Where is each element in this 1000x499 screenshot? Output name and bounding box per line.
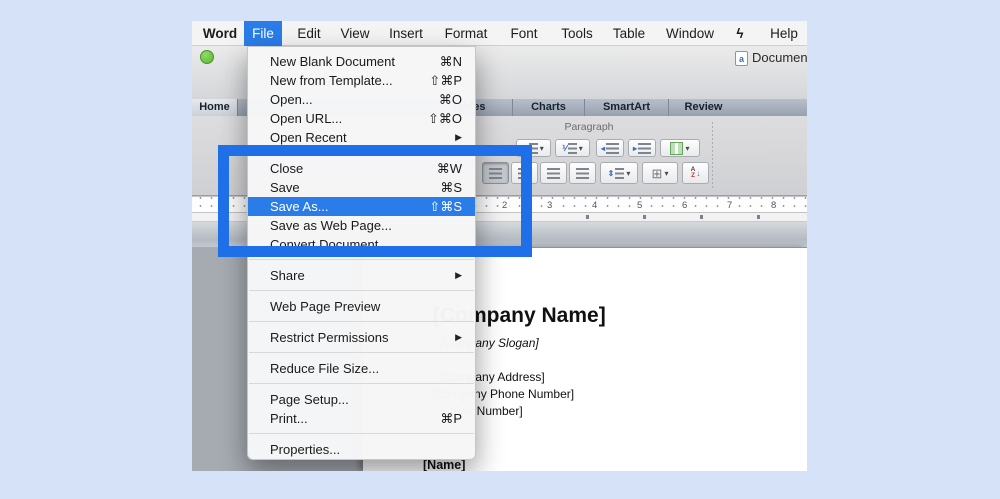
ruler-number: 3 (545, 200, 554, 211)
align-right-button[interactable] (540, 162, 567, 184)
borders-button[interactable]: ⊞▾ (642, 162, 678, 184)
ruler-number: 4 (590, 200, 599, 211)
menu-item-share[interactable]: Share▶ (248, 266, 475, 285)
menu-item-open-url[interactable]: Open URL...⇧⌘O (248, 109, 475, 128)
submenu-arrow-icon: ▶ (455, 270, 462, 281)
tabstop-marker (586, 215, 589, 219)
menu-item-page-setup[interactable]: Page Setup... (248, 390, 475, 409)
menubar-item-word[interactable]: Word (196, 21, 244, 46)
justify-icon (576, 168, 589, 179)
submenu-arrow-icon: ▶ (455, 332, 462, 343)
tab-smartart[interactable]: SmartArt (584, 99, 668, 116)
paragraph-group-label: Paragraph (544, 121, 634, 133)
menu-item-new-blank-document[interactable]: New Blank Document⌘N (248, 52, 475, 71)
group-divider (712, 122, 713, 188)
menu-separator (249, 433, 474, 434)
tabstop-marker (700, 215, 703, 219)
indent-right-icon: ▸ (633, 144, 637, 153)
menu-item-new-from-template[interactable]: New from Template...⇧⌘P (248, 71, 475, 90)
menubar-item-file[interactable]: File (244, 21, 282, 46)
ruler-number: 6 (680, 200, 689, 211)
ruler-number: 7 (725, 200, 734, 211)
document-proxy-icon: a (735, 51, 748, 66)
menu-separator (249, 290, 474, 291)
window-title: Document (752, 50, 807, 65)
increase-indent-button[interactable]: ▸ (628, 139, 656, 157)
tabstop-marker (643, 215, 646, 219)
menubar-item-help[interactable]: Help (764, 21, 804, 46)
menubar-item-window[interactable]: Window (660, 21, 720, 46)
menubar-item-tools[interactable]: Tools (554, 21, 600, 46)
annotation-rectangle (218, 145, 532, 257)
tabstop-marker (757, 215, 760, 219)
ruler-number: 5 (635, 200, 644, 211)
tab-charts[interactable]: Charts (512, 99, 584, 116)
menu-item-reduce-file-size[interactable]: Reduce File Size... (248, 359, 475, 378)
menu-separator (249, 259, 474, 260)
menu-item-web-page-preview[interactable]: Web Page Preview (248, 297, 475, 316)
window-traffic-light[interactable] (200, 50, 214, 64)
menubar-item-table[interactable]: Table (606, 21, 652, 46)
line-spacing-button[interactable]: ⇕▾ (600, 162, 638, 184)
menu-item-open[interactable]: Open...⌘O (248, 90, 475, 109)
desktop-background: Word File Edit View Insert Format Font T… (0, 0, 1000, 499)
sort-button[interactable]: AZ↓ (682, 162, 709, 184)
menu-item-properties[interactable]: Properties... (248, 440, 475, 459)
menu-item-print[interactable]: Print...⌘P (248, 409, 475, 428)
tab-review[interactable]: Review (668, 99, 738, 116)
menubar-item-format[interactable]: Format (438, 21, 494, 46)
menubar-item-view[interactable]: View (334, 21, 376, 46)
submenu-arrow-icon: ▶ (455, 132, 462, 143)
menu-separator (249, 321, 474, 322)
sort-az-icon: AZ (691, 167, 696, 180)
menubar-item-font[interactable]: Font (504, 21, 544, 46)
script-menu-icon[interactable]: ϟ (730, 21, 750, 46)
borders-icon: ⊞ (652, 167, 663, 180)
columns-icon (670, 142, 683, 155)
indent-left-icon: ◂ (601, 144, 605, 153)
justify-button[interactable] (569, 162, 596, 184)
menu-separator (249, 352, 474, 353)
align-right-icon (547, 168, 560, 179)
multilevel-list-icon: ⅟ (562, 144, 567, 153)
ruler-number: 8 (769, 200, 778, 211)
columns-button[interactable]: ▾ (660, 139, 700, 157)
menubar-item-edit[interactable]: Edit (290, 21, 328, 46)
decrease-indent-button[interactable]: ◂ (596, 139, 624, 157)
menu-separator (249, 383, 474, 384)
tab-home[interactable]: Home (192, 99, 238, 116)
system-menu-bar: Word File Edit View Insert Format Font T… (192, 21, 807, 46)
multilevel-list-button[interactable]: ⅟▾ (555, 139, 590, 157)
line-spacing-icon: ⇕ (608, 169, 615, 178)
menubar-item-insert[interactable]: Insert (382, 21, 430, 46)
menu-item-restrict-permissions[interactable]: Restrict Permissions▶ (248, 328, 475, 347)
